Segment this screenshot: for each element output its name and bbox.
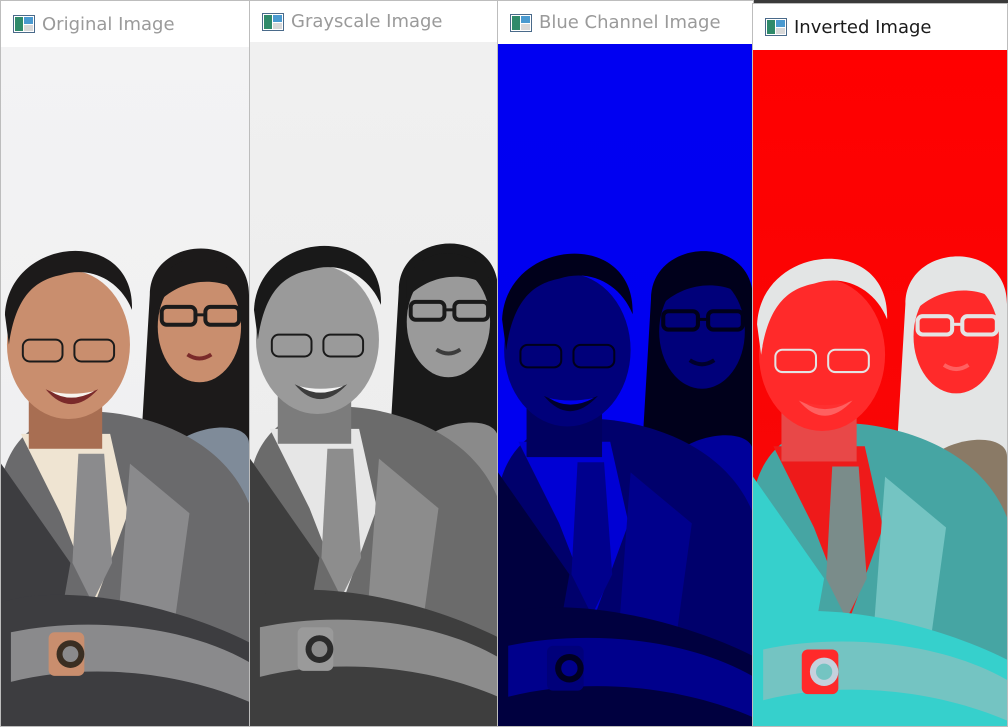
window-original-image[interactable]: Original Image bbox=[0, 0, 250, 727]
image-canvas-grayscale bbox=[250, 42, 498, 726]
window-title-original: Original Image bbox=[42, 13, 175, 35]
image-window-icon bbox=[262, 12, 284, 31]
window-title-inverted: Inverted Image bbox=[794, 16, 932, 38]
titlebar-blue-channel-image[interactable]: Blue Channel Image bbox=[498, 1, 753, 44]
image-canvas-blue-channel bbox=[498, 44, 753, 726]
titlebar-inverted-image[interactable]: Inverted Image bbox=[753, 4, 1007, 50]
image-canvas-inverted bbox=[753, 50, 1007, 726]
image-window-icon bbox=[13, 15, 35, 33]
image-canvas-original bbox=[1, 47, 249, 726]
window-title-grayscale: Grayscale Image bbox=[291, 11, 443, 32]
window-inverted-image[interactable]: Inverted Image bbox=[752, 3, 1008, 727]
image-window-icon bbox=[765, 18, 787, 36]
window-grayscale-image[interactable]: Grayscale Image bbox=[249, 0, 499, 727]
image-window-icon bbox=[510, 13, 532, 32]
window-blue-channel-image[interactable]: Blue Channel Image bbox=[497, 0, 754, 727]
titlebar-grayscale-image[interactable]: Grayscale Image bbox=[250, 1, 498, 42]
window-title-blue-channel: Blue Channel Image bbox=[539, 12, 721, 33]
titlebar-original-image[interactable]: Original Image bbox=[1, 1, 249, 47]
